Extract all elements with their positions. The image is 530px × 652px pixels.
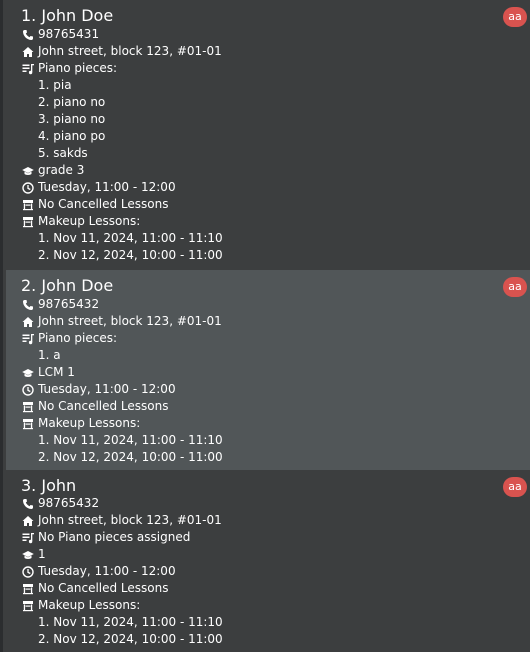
grade-row: grade 3 bbox=[21, 162, 84, 179]
phone-icon bbox=[21, 298, 34, 311]
phone-row: 98765432 bbox=[21, 296, 99, 313]
student-name: 1. John Doe bbox=[21, 6, 114, 25]
schedule-text: Tuesday, 11:00 - 12:00 bbox=[38, 180, 176, 194]
pieces-row: Piano pieces: bbox=[21, 60, 117, 77]
schedule-text: Tuesday, 11:00 - 12:00 bbox=[38, 564, 176, 578]
schedule-row: Tuesday, 11:00 - 12:00 bbox=[21, 563, 176, 580]
phone-number: 98765431 bbox=[38, 27, 100, 41]
pieces-label: Piano pieces: bbox=[38, 331, 118, 345]
phone-row: 98765432 bbox=[21, 495, 99, 512]
address-row: John street, block 123, #01-01 bbox=[21, 313, 222, 330]
schedule-text: Tuesday, 11:00 - 12:00 bbox=[38, 382, 176, 396]
tag-badge: aa bbox=[503, 277, 527, 297]
piece-item: 5. sakds bbox=[38, 146, 88, 160]
pieces-row: No Piano pieces assigned bbox=[21, 529, 190, 546]
home-icon bbox=[21, 514, 34, 527]
makeup-row: Makeup Lessons: bbox=[21, 213, 140, 230]
clock-icon bbox=[21, 565, 34, 578]
student-name: 3. John bbox=[21, 476, 77, 495]
student-list[interactable]: 1. John Doe aa 98765431 John street, blo… bbox=[0, 0, 530, 652]
tag-badge: aa bbox=[503, 7, 527, 27]
grade-text: grade 3 bbox=[38, 163, 85, 177]
student-name: 2. John Doe bbox=[21, 276, 114, 295]
address-text: John street, block 123, #01-01 bbox=[38, 44, 222, 58]
makeup-item: 2. Nov 12, 2024, 10:00 - 11:00 bbox=[38, 632, 223, 646]
piece-item: 3. piano no bbox=[38, 112, 106, 126]
grade-text: LCM 1 bbox=[38, 365, 75, 379]
cancelled-text: No Cancelled Lessons bbox=[38, 399, 169, 413]
cancelled-row: No Cancelled Lessons bbox=[21, 196, 169, 213]
makeup-label: Makeup Lessons: bbox=[38, 598, 141, 612]
student-card-selected[interactable]: 2. John Doe aa 98765432 John street, blo… bbox=[6, 270, 530, 470]
makeup-label: Makeup Lessons: bbox=[38, 416, 141, 430]
home-icon bbox=[21, 315, 34, 328]
phone-number: 98765432 bbox=[38, 496, 100, 510]
makeup-item: 1. Nov 11, 2024, 11:00 - 11:10 bbox=[38, 615, 223, 629]
phone-icon bbox=[21, 497, 34, 510]
pieces-row: Piano pieces: bbox=[21, 330, 117, 347]
tag-badge: aa bbox=[503, 477, 527, 497]
phone-row: 98765431 bbox=[21, 26, 99, 43]
phone-icon bbox=[21, 28, 34, 41]
student-card[interactable]: 3. John aa 98765432 John street, block 1… bbox=[6, 470, 530, 652]
graduation-cap-icon bbox=[21, 366, 34, 379]
calendar-cancel-icon bbox=[21, 582, 34, 595]
piece-item: 1. a bbox=[38, 348, 61, 362]
address-row: John street, block 123, #01-01 bbox=[21, 512, 222, 529]
schedule-row: Tuesday, 11:00 - 12:00 bbox=[21, 179, 176, 196]
grade-row: LCM 1 bbox=[21, 364, 75, 381]
pieces-label: No Piano pieces assigned bbox=[38, 530, 191, 544]
grade-row: 1 bbox=[21, 546, 46, 563]
pieces-label: Piano pieces: bbox=[38, 61, 118, 75]
makeup-item: 2. Nov 12, 2024, 10:00 - 11:00 bbox=[38, 248, 223, 262]
calendar-makeup-icon bbox=[21, 599, 34, 612]
makeup-row: Makeup Lessons: bbox=[21, 597, 140, 614]
student-card[interactable]: 1. John Doe aa 98765431 John street, blo… bbox=[6, 0, 530, 270]
makeup-item: 1. Nov 11, 2024, 11:00 - 11:10 bbox=[38, 231, 223, 245]
music-list-icon bbox=[21, 62, 34, 75]
makeup-item: 2. Nov 12, 2024, 10:00 - 11:00 bbox=[38, 450, 223, 464]
makeup-row: Makeup Lessons: bbox=[21, 415, 140, 432]
cancelled-row: No Cancelled Lessons bbox=[21, 398, 169, 415]
address-text: John street, block 123, #01-01 bbox=[38, 314, 222, 328]
graduation-cap-icon bbox=[21, 164, 34, 177]
music-list-icon bbox=[21, 531, 34, 544]
cancelled-text: No Cancelled Lessons bbox=[38, 581, 169, 595]
calendar-makeup-icon bbox=[21, 417, 34, 430]
cancelled-row: No Cancelled Lessons bbox=[21, 580, 169, 597]
address-row: John street, block 123, #01-01 bbox=[21, 43, 222, 60]
home-icon bbox=[21, 45, 34, 58]
phone-number: 98765432 bbox=[38, 297, 100, 311]
piece-item: 1. pia bbox=[38, 78, 72, 92]
calendar-makeup-icon bbox=[21, 215, 34, 228]
music-list-icon bbox=[21, 332, 34, 345]
clock-icon bbox=[21, 181, 34, 194]
address-text: John street, block 123, #01-01 bbox=[38, 513, 222, 527]
makeup-item: 1. Nov 11, 2024, 11:00 - 11:10 bbox=[38, 433, 223, 447]
calendar-cancel-icon bbox=[21, 198, 34, 211]
schedule-row: Tuesday, 11:00 - 12:00 bbox=[21, 381, 176, 398]
makeup-label: Makeup Lessons: bbox=[38, 214, 141, 228]
graduation-cap-icon bbox=[21, 548, 34, 561]
piece-item: 4. piano po bbox=[38, 129, 106, 143]
cancelled-text: No Cancelled Lessons bbox=[38, 197, 169, 211]
calendar-cancel-icon bbox=[21, 400, 34, 413]
grade-text: 1 bbox=[38, 547, 46, 561]
piece-item: 2. piano no bbox=[38, 95, 106, 109]
clock-icon bbox=[21, 383, 34, 396]
